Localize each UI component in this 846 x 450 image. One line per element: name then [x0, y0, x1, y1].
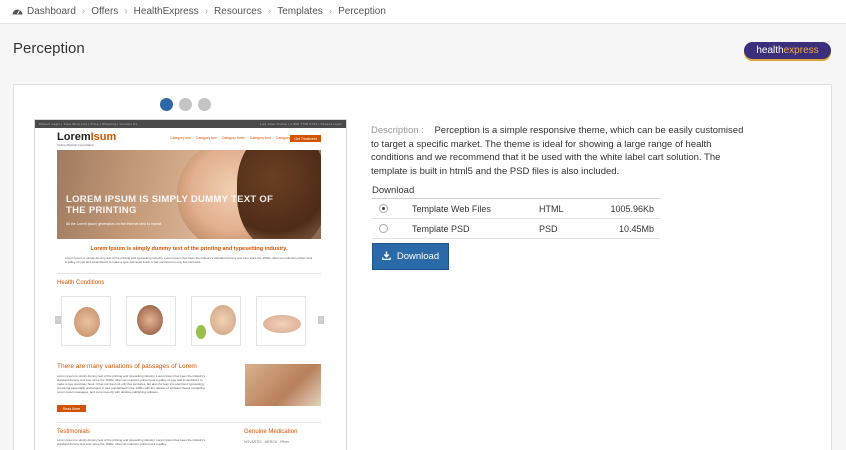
description-text: Perception is a simple responsive theme,… [371, 125, 744, 177]
preview-thumb-face [74, 307, 100, 337]
preview-nav-item: Category one [170, 136, 192, 140]
preview-topbar: Patient Login | Free Wish List | Price |… [35, 120, 346, 128]
page-title: Perception [13, 40, 85, 57]
description-label: Description : [371, 125, 424, 136]
download-title: Download [372, 185, 415, 196]
template-preview[interactable]: Patient Login | Free Wish List | Price |… [34, 119, 347, 450]
download-row-web[interactable]: Template Web Files HTML 1005.96Kb [372, 199, 660, 219]
breadcrumb-offers[interactable]: Offers [91, 6, 118, 17]
chevron-right-icon: › [204, 6, 209, 17]
preview-hero-image: LOREM IPSUM IS SIMPLY DUMMY TEXT OF THE … [57, 150, 321, 239]
preview-brand-logo: NOVARTIS [244, 440, 262, 444]
preview-next-arrow-icon: › [318, 316, 324, 324]
breadcrumb-current: Perception [338, 6, 386, 17]
preview-divider [57, 422, 321, 423]
preview-logo-sub: Online Medical Consultation [57, 143, 95, 147]
preview-header: LoremIsum Online Medical Consultation Ca… [35, 128, 346, 150]
preview-tagline: Lorem Ipsum is simply dummy text of the … [90, 246, 288, 252]
download-radio[interactable] [379, 204, 388, 213]
preview-section2-text: Lorem Ipsum is simply dummy text of the … [57, 374, 206, 394]
carousel-dot-1[interactable] [160, 98, 173, 111]
carousel-dots [160, 98, 211, 111]
preview-brand-logo: MERCK [264, 440, 278, 444]
preview-section2-title: There are many variations of passages of… [57, 363, 197, 370]
brand-logo-part1: health [756, 45, 784, 56]
preview-topbar-right: Live Chat Online | 1 800 7745 5734 | Pat… [259, 122, 342, 126]
download-button-label: Download [396, 251, 440, 262]
preview-thumb-leaf [196, 325, 206, 339]
preview-thumb [61, 296, 111, 346]
preview-testimonials-text: Lorem Ipsum is simply dummy text of the … [57, 438, 206, 446]
download-file-name: Template Web Files [412, 204, 491, 214]
preview-nav-item: Category two [196, 136, 217, 140]
preview-hero-sub: All the Lorem Ipsum generators on the In… [66, 222, 161, 226]
preview-section2-image [245, 364, 321, 406]
download-file-name: Template PSD [412, 224, 470, 234]
breadcrumb-dashboard[interactable]: Dashboard [12, 6, 76, 18]
preview-nav: Category one Category two Category three… [170, 136, 297, 140]
download-file-size: 10.45Mb [618, 224, 654, 234]
preview-logo-main: Lorem [57, 131, 91, 143]
carousel-dot-2[interactable] [179, 98, 192, 111]
preview-testimonials-title: Testimonials [57, 429, 91, 435]
chevron-right-icon: › [124, 6, 128, 17]
preview-thumb-face [137, 305, 163, 335]
preview-topbar-left: Patient Login | Free Wish List | Price |… [39, 122, 138, 126]
download-row-psd[interactable]: Template PSD PSD 10.45Mb [372, 219, 660, 239]
breadcrumb-healthexpress[interactable]: HealthExpress [134, 6, 199, 17]
preview-read-more: Read More [57, 405, 86, 412]
preview-nav-button: Get Treatment [290, 135, 321, 142]
preview-divider [57, 273, 321, 274]
carousel-dot-3[interactable] [198, 98, 211, 111]
brand-logo-part2: express [783, 45, 819, 56]
template-description: Description : Perception is a simple res… [371, 124, 751, 178]
chevron-right-icon: › [328, 6, 333, 17]
preview-brand-logo: Pfizer [280, 440, 290, 444]
preview-hero-title: LOREM IPSUM IS SIMPLY DUMMY TEXT OF THE … [66, 194, 274, 216]
preview-tag-text: Lorem Ipsum is simply dummy text of the … [65, 256, 313, 264]
preview-thumb [191, 296, 241, 346]
preview-brand-logos: NOVARTIS MERCK Pfizer [244, 440, 322, 450]
dashboard-icon [12, 6, 23, 18]
preview-thumbs [61, 296, 306, 346]
breadcrumb-templates[interactable]: Templates [277, 6, 323, 17]
preview-nav-item: Category four [249, 136, 272, 140]
download-file-size: 1005.96Kb [610, 204, 654, 214]
brand-logo: health express [744, 42, 831, 59]
preview-logo-accent: Isum [90, 131, 117, 143]
preview-thumb [126, 296, 176, 346]
template-panel: Patient Login | Free Wish List | Price |… [13, 84, 832, 450]
breadcrumb-label: Dashboard [27, 6, 76, 17]
breadcrumb: Dashboard › Offers › HealthExpress › Res… [0, 0, 846, 24]
preview-thumb-face [210, 305, 236, 335]
breadcrumb-resources[interactable]: Resources [214, 6, 262, 17]
preview-nav-item: Category three [221, 136, 245, 140]
preview-health-title: Health Conditions [57, 280, 105, 286]
download-radio[interactable] [379, 224, 388, 233]
chevron-right-icon: › [267, 6, 272, 17]
preview-logo: LoremIsum [57, 131, 116, 143]
preview-thumb-hands [263, 315, 301, 333]
download-file-type: HTML [539, 204, 564, 214]
download-table: Template Web Files HTML 1005.96Kb Templa… [372, 198, 660, 239]
preview-genuine-title: Genuine Medication [244, 429, 298, 435]
download-icon [382, 251, 391, 263]
download-file-type: PSD [539, 224, 558, 234]
download-button[interactable]: Download [372, 243, 449, 270]
chevron-right-icon: › [81, 6, 86, 17]
preview-thumb [256, 296, 306, 346]
